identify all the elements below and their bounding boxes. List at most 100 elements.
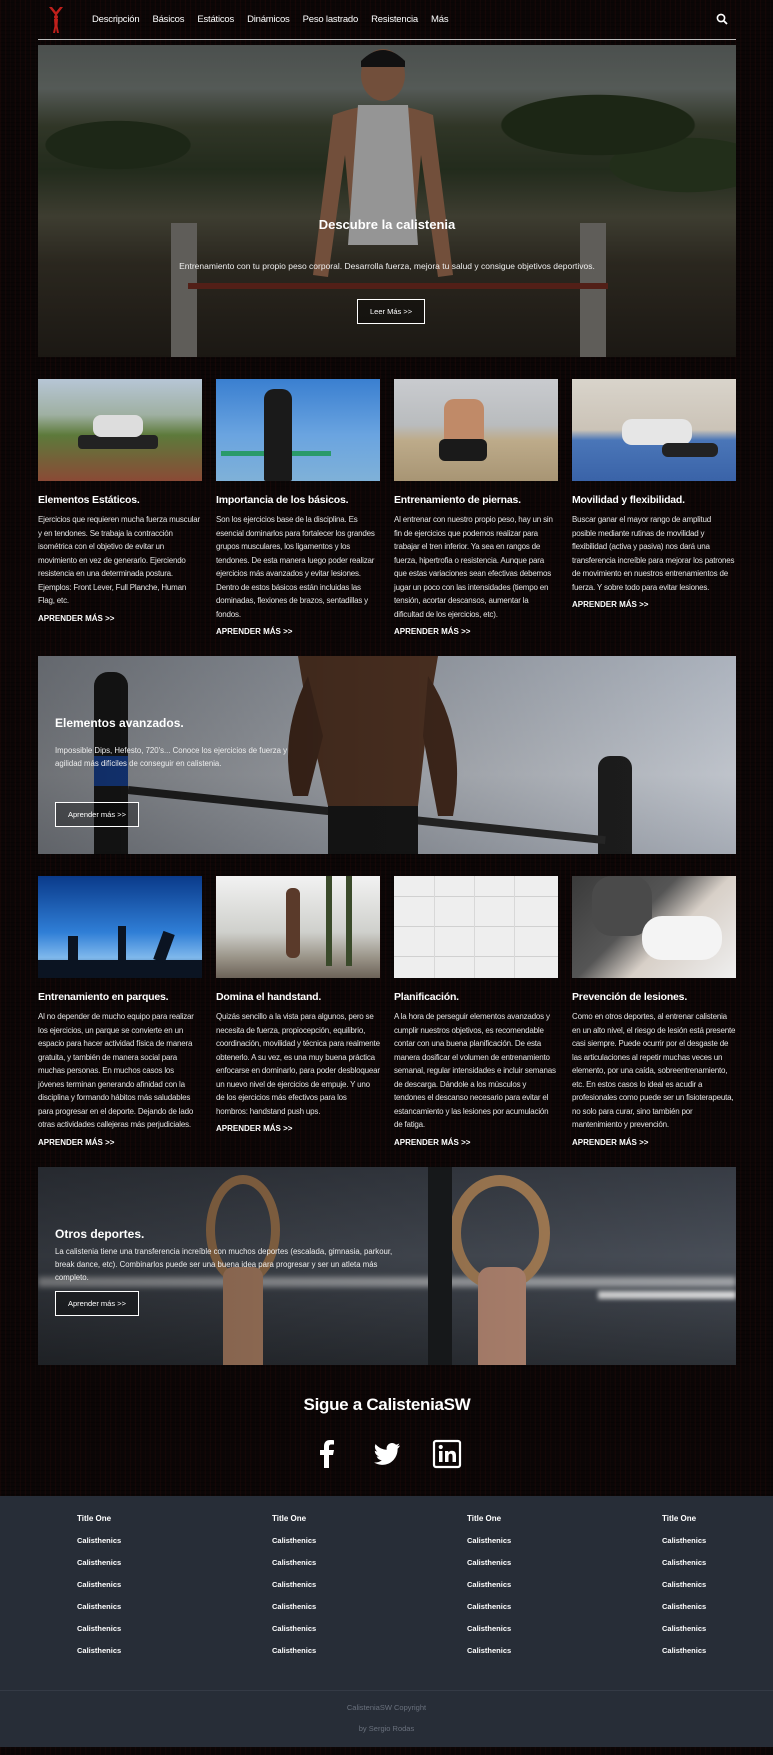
footer-link[interactable]: Calisthenics <box>467 1602 662 1624</box>
learn-more-link[interactable]: APRENDER MÁS >> <box>572 1138 736 1147</box>
footer-column: Title One Calisthenics Calisthenics Cali… <box>662 1514 773 1668</box>
footer-link[interactable]: Calisthenics <box>77 1624 272 1646</box>
cards-row-2: Entrenamiento en parques. Al no depender… <box>38 876 736 1147</box>
footer-link[interactable]: Calisthenics <box>467 1580 662 1602</box>
learn-more-link[interactable]: APRENDER MÁS >> <box>38 1138 202 1147</box>
footer-link[interactable]: Calisthenics <box>272 1536 467 1558</box>
hero-read-more-button[interactable]: Leer Más >> <box>357 299 426 324</box>
footer-link[interactable]: Calisthenics <box>662 1624 773 1646</box>
learn-more-link[interactable]: APRENDER MÁS >> <box>394 1138 558 1147</box>
footer-column-title: Title One <box>662 1513 697 1523</box>
footer-link[interactable]: Calisthenics <box>662 1602 773 1624</box>
card-title: Importancia de los básicos. <box>216 494 349 506</box>
search-icon[interactable] <box>716 12 730 26</box>
footer-link[interactable]: Calisthenics <box>272 1602 467 1624</box>
card-title: Planificación. <box>394 991 459 1003</box>
card-title: Prevención de lesiones. <box>572 991 688 1003</box>
card-text: Ejercicios que requieren mucha fuerza mu… <box>38 515 200 605</box>
footer-link[interactable]: Calisthenics <box>662 1646 773 1668</box>
footer-link[interactable]: Calisthenics <box>467 1624 662 1646</box>
social-section: Sigue a CalisteniaSW <box>38 1365 736 1496</box>
card-elementos-estaticos: Elementos Estáticos. Ejercicios que requ… <box>38 379 202 636</box>
footer-column: Title One Calisthenics Calisthenics Cali… <box>77 1514 272 1668</box>
footer-link[interactable]: Calisthenics <box>272 1646 467 1668</box>
author-text: by Sergio Rodas <box>358 1723 415 1733</box>
banner-text: La calistenia tiene una transferencia in… <box>55 1246 393 1282</box>
card-image <box>216 379 380 481</box>
footer-link[interactable]: Calisthenics <box>77 1646 272 1668</box>
banner-otros-deportes: Otros deportes. La calistenia tiene una … <box>38 1166 736 1365</box>
footer-column-title: Title One <box>467 1513 502 1523</box>
linkedin-icon[interactable] <box>432 1439 462 1469</box>
learn-more-link[interactable]: APRENDER MÁS >> <box>394 627 558 636</box>
card-text: A la hora de perseguir elementos avanzad… <box>394 1012 556 1129</box>
footer-column-title: Title One <box>77 1513 112 1523</box>
learn-more-link[interactable]: APRENDER MÁS >> <box>38 614 202 623</box>
footer-link[interactable]: Calisthenics <box>662 1536 773 1558</box>
banner-learn-more-button[interactable]: Aprender más >> <box>55 802 139 827</box>
learn-more-link[interactable]: APRENDER MÁS >> <box>216 627 380 636</box>
card-image <box>572 379 736 481</box>
banner-title: Elementos avanzados. <box>55 716 184 730</box>
footer-link[interactable]: Calisthenics <box>272 1558 467 1580</box>
cards-row-1: Elementos Estáticos. Ejercicios que requ… <box>38 379 736 636</box>
hero-banner: Descubre la calistenia Entrenamiento con… <box>38 45 736 357</box>
nav-item-dinamicos[interactable]: Dinámicos <box>247 14 290 25</box>
social-icons <box>38 1439 736 1469</box>
footer-link[interactable]: Calisthenics <box>662 1580 773 1602</box>
card-importancia-basicos: Importancia de los básicos. Son los ejer… <box>216 379 380 636</box>
card-image <box>572 876 736 978</box>
footer-column-title: Title One <box>272 1513 307 1523</box>
facebook-icon[interactable] <box>312 1439 342 1469</box>
footer-link[interactable]: Calisthenics <box>77 1536 272 1558</box>
card-title: Domina el handstand. <box>216 991 322 1003</box>
nav-item-estaticos[interactable]: Estáticos <box>197 14 234 25</box>
card-text: Al no depender de mucho equipo para real… <box>38 1012 194 1129</box>
card-prevencion-lesiones: Prevención de lesiones. Como en otros de… <box>572 876 736 1147</box>
card-text: Como en otros deportes, al entrenar cali… <box>572 1012 736 1129</box>
learn-more-link[interactable]: APRENDER MÁS >> <box>216 1124 380 1133</box>
card-image <box>216 876 380 978</box>
card-title: Entrenamiento de piernas. <box>394 494 521 506</box>
card-text: Quizás sencillo a la vista para algunos,… <box>216 1012 380 1116</box>
nav-item-resistencia[interactable]: Resistencia <box>371 14 418 25</box>
card-text: Al entrenar con nuestro propio peso, hay… <box>394 515 553 619</box>
footer-link[interactable]: Calisthenics <box>77 1558 272 1580</box>
banner-learn-more-button[interactable]: Aprender más >> <box>55 1290 139 1316</box>
logo-icon[interactable] <box>44 5 68 35</box>
footer-link[interactable]: Calisthenics <box>467 1558 662 1580</box>
card-image <box>394 379 558 481</box>
card-entrenamiento-parques: Entrenamiento en parques. Al no depender… <box>38 876 202 1147</box>
card-image <box>394 876 558 978</box>
learn-more-link[interactable]: APRENDER MÁS >> <box>572 600 736 609</box>
footer-link[interactable]: Calisthenics <box>272 1580 467 1602</box>
nav-item-peso-lastrado[interactable]: Peso lastrado <box>303 14 359 25</box>
card-title: Movilidad y flexibilidad. <box>572 494 685 506</box>
footer-bottom: CalisteniaSW Copyright by Sergio Rodas <box>0 1689 773 1747</box>
nav-links: Descripción Básicos Estáticos Dinámicos … <box>92 14 461 25</box>
card-domina-handstand: Domina el handstand. Quizás sencillo a l… <box>216 876 380 1147</box>
card-image <box>38 379 202 481</box>
card-text: Buscar ganar el mayor rango de amplitud … <box>572 515 735 592</box>
card-title: Elementos Estáticos. <box>38 494 140 506</box>
footer-link[interactable]: Calisthenics <box>662 1558 773 1580</box>
card-planificacion: Planificación. A la hora de perseguir el… <box>394 876 558 1147</box>
hero-subtitle: Entrenamiento con tu propio peso corpora… <box>179 261 595 271</box>
banner-text: Impossible Dips, Hefesto, 720's... Conoc… <box>55 746 288 768</box>
top-navbar: Descripción Básicos Estáticos Dinámicos … <box>38 0 736 40</box>
footer-link[interactable]: Calisthenics <box>272 1624 467 1646</box>
banner-elementos-avanzados: Elementos avanzados. Impossible Dips, He… <box>38 656 736 854</box>
card-text: Son los ejercicios base de la disciplina… <box>216 515 375 619</box>
card-image <box>38 876 202 978</box>
footer-link[interactable]: Calisthenics <box>77 1580 272 1602</box>
footer-column: Title One Calisthenics Calisthenics Cali… <box>272 1514 467 1668</box>
nav-item-descripcion[interactable]: Descripción <box>92 14 140 25</box>
footer-link[interactable]: Calisthenics <box>467 1536 662 1558</box>
footer-columns: Title One Calisthenics Calisthenics Cali… <box>0 1514 773 1668</box>
twitter-icon[interactable] <box>372 1439 402 1469</box>
card-entrenamiento-piernas: Entrenamiento de piernas. Al entrenar co… <box>394 379 558 636</box>
nav-item-mas[interactable]: Más <box>431 14 449 25</box>
footer-link[interactable]: Calisthenics <box>77 1602 272 1624</box>
footer-link[interactable]: Calisthenics <box>467 1646 662 1668</box>
nav-item-basicos[interactable]: Básicos <box>152 14 184 25</box>
